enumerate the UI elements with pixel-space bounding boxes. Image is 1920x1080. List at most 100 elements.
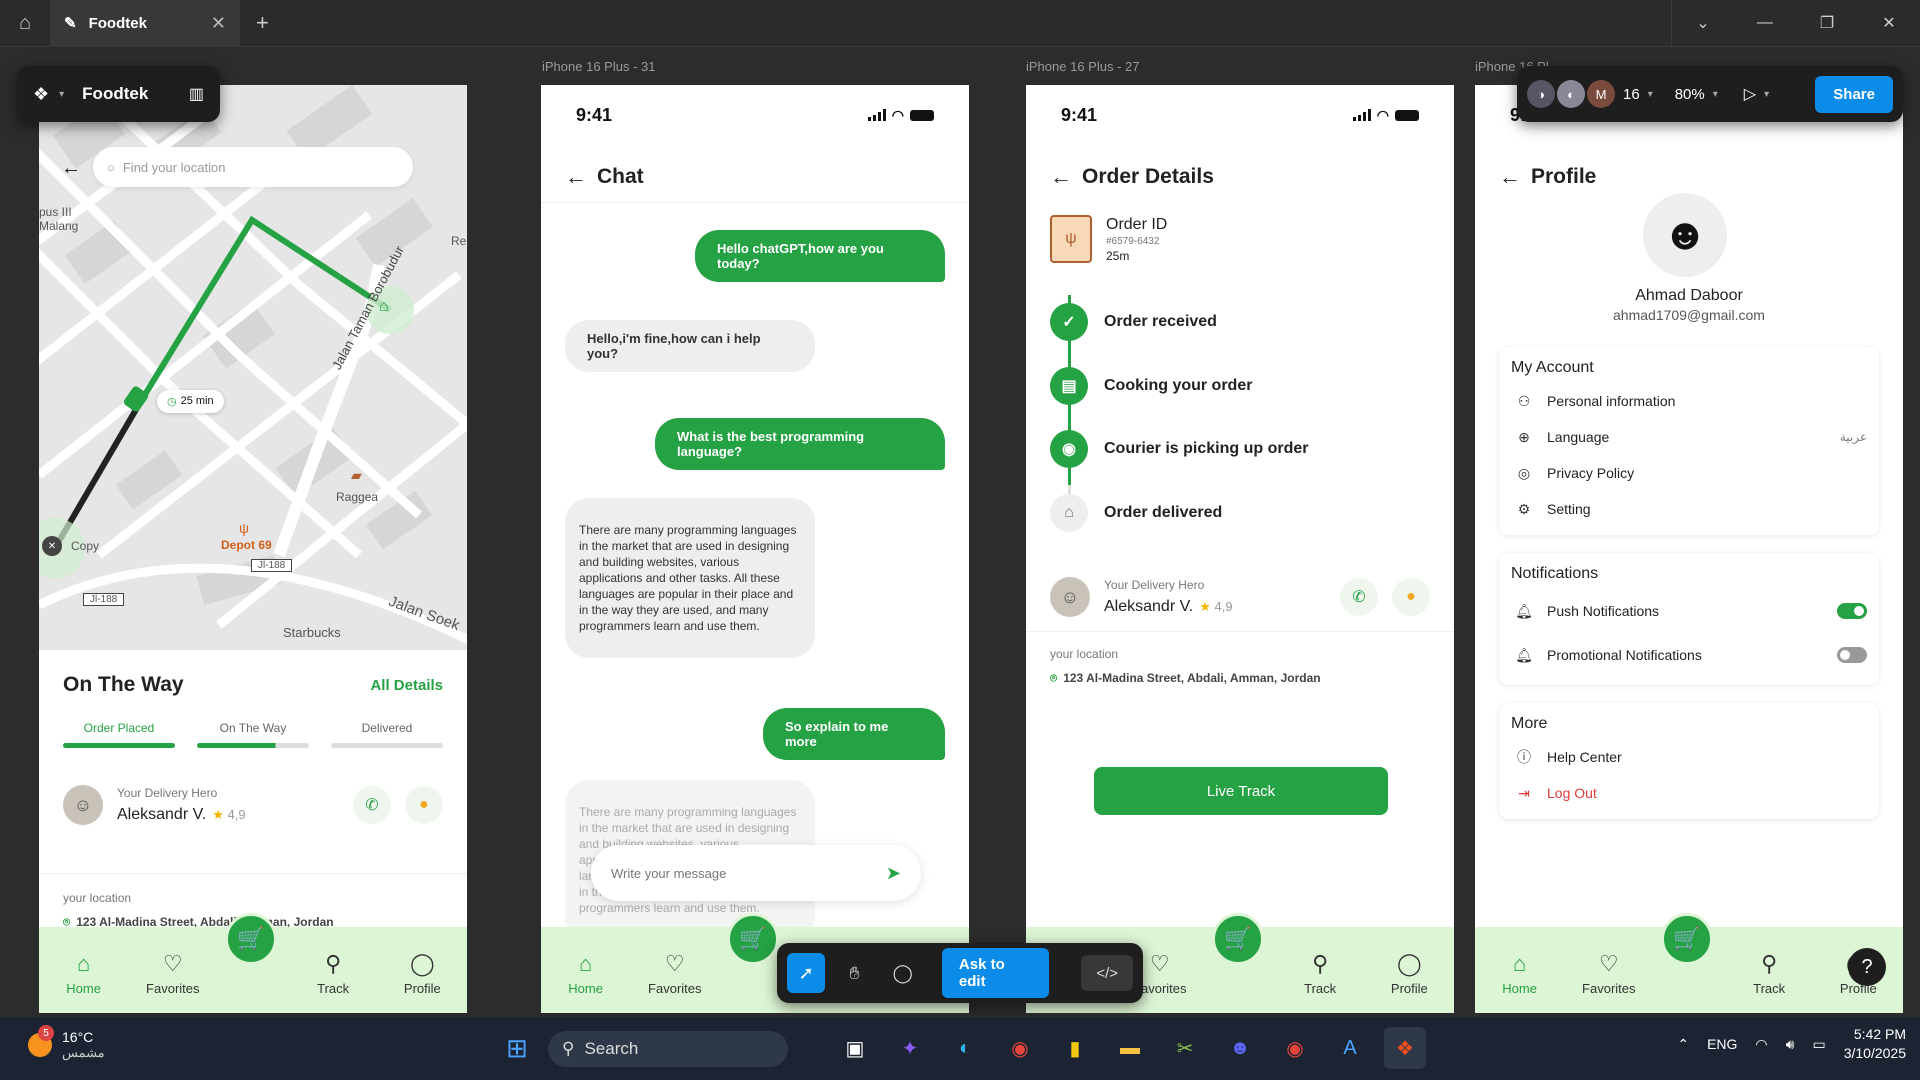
taskbar-search[interactable]: ⚲ Search (548, 1031, 788, 1067)
message-out[interactable]: Hello chatGPT,how are you today? (695, 230, 945, 282)
menu-personal-info[interactable]: ⚇ Personal information (1511, 383, 1867, 419)
chrome-icon[interactable]: ◉ (999, 1027, 1041, 1069)
nav-home[interactable]: ⌂ Home (49, 952, 119, 996)
nav-favorites[interactable]: ♡ Favorites (640, 952, 710, 996)
figma-app-icon[interactable]: ❖ (1384, 1027, 1426, 1069)
nav-favorites[interactable]: ♡ Favorites (1574, 952, 1644, 996)
restore-icon[interactable]: ❐ (1796, 13, 1858, 33)
menu-log-out[interactable]: ⇥ Log Out (1511, 775, 1867, 811)
profile-avatar[interactable]: ☻ (1643, 193, 1727, 277)
battery-icon[interactable]: ▭ (1812, 1036, 1825, 1053)
figma-menu-icon[interactable]: ❖ (33, 84, 49, 105)
avatar[interactable]: M (1587, 80, 1615, 108)
new-tab-icon[interactable]: + (256, 10, 269, 36)
nav-profile[interactable]: ◯ Profile (1374, 952, 1444, 996)
discord-icon[interactable]: ☻ (1219, 1027, 1261, 1069)
tab-foodtek[interactable]: ✎ Foodtek ✕ (50, 0, 240, 47)
menu-help-center[interactable]: ⓘ Help Center (1511, 739, 1867, 775)
search-input[interactable]: Find your location (123, 160, 226, 175)
chat-button[interactable]: ● (405, 786, 443, 824)
nav-home[interactable]: ⌂ Home (1485, 952, 1555, 996)
chevron-up-icon[interactable]: ⌃ (1677, 1036, 1689, 1053)
avatar[interactable]: ◐ (1557, 80, 1585, 108)
message-out[interactable]: What is the best programming language? (655, 418, 945, 470)
app-store-icon[interactable]: A (1329, 1027, 1371, 1069)
cart-button[interactable]: 🛒 (1661, 913, 1713, 965)
menu-language[interactable]: ⊕ Language عربية (1511, 419, 1867, 455)
powerbi-icon[interactable]: ▮ (1054, 1027, 1096, 1069)
call-button[interactable]: ✆ (353, 786, 391, 824)
live-track-button[interactable]: Live Track (1094, 767, 1388, 815)
present-icon[interactable]: ▷ (1744, 84, 1756, 104)
ask-to-edit-button[interactable]: Ask to edit (941, 948, 1050, 998)
all-details-link[interactable]: All Details (370, 677, 443, 694)
task-view-icon[interactable]: ▣ (834, 1027, 876, 1069)
nav-track[interactable]: ⚲ Track (298, 952, 368, 996)
promo-toggle[interactable] (1837, 647, 1867, 663)
edge-icon[interactable]: ◐ (944, 1027, 986, 1069)
nav-track[interactable]: ⚲ Track (1734, 952, 1804, 996)
close-window-icon[interactable]: ✕ (1858, 13, 1920, 33)
language-indicator[interactable]: ENG (1707, 1036, 1737, 1052)
figma-canvas[interactable]: iPhone 16 Plus - 31 iPhone 16 Plus - 27 … (0, 47, 1920, 1017)
menu-label: Privacy Policy (1547, 465, 1635, 481)
message-out[interactable]: So explain to me more (763, 708, 945, 760)
chevron-down-icon[interactable]: ▾ (1648, 89, 1653, 100)
step-bar (197, 743, 309, 748)
volume-icon[interactable]: 🔊︎ (1786, 1036, 1795, 1053)
cart-button[interactable]: 🛒 (225, 913, 277, 965)
cart-button[interactable]: 🛒 (1212, 913, 1264, 965)
sidebar-toggle-icon[interactable]: ▥ (189, 84, 204, 104)
chat-button[interactable]: ● (1392, 578, 1430, 616)
nav-favorites[interactable]: ♡ Favorites (138, 952, 208, 996)
close-tab-icon[interactable]: ✕ (211, 13, 226, 34)
chrome-profile-icon[interactable]: ◉ (1274, 1027, 1316, 1069)
back-arrow-icon[interactable]: ← (61, 157, 81, 180)
share-button[interactable]: Share (1815, 75, 1893, 113)
nav-profile[interactable]: ◯ Profile (387, 952, 457, 996)
hand-tool-icon[interactable]: ✋︎ (835, 953, 873, 993)
collaborator-count[interactable]: 16 (1623, 86, 1640, 103)
home-icon[interactable]: ⌂ (0, 0, 50, 47)
back-arrow-icon[interactable]: ← (565, 164, 587, 190)
chevron-down-icon[interactable]: ▾ (1764, 89, 1769, 100)
chevron-down-icon[interactable]: ⌄ (1672, 13, 1734, 33)
weather-widget[interactable]: 5 16°C مشمس (28, 1025, 105, 1061)
wifi-icon[interactable]: ◠ (1755, 1036, 1767, 1053)
snipping-tool-icon[interactable]: ✂ (1164, 1027, 1206, 1069)
map-view[interactable]: ○ Find your location ← pus III Malang Re… (39, 85, 467, 650)
chevron-down-icon[interactable]: ▾ (1713, 89, 1718, 100)
zoom-level[interactable]: 80% (1675, 86, 1705, 103)
user-edit-icon: ⚇ (1517, 392, 1531, 409)
help-button[interactable]: ? (1848, 948, 1886, 986)
push-toggle[interactable] (1837, 603, 1867, 619)
page-title: Profile (1531, 165, 1597, 188)
avatar[interactable]: ◑ (1527, 80, 1555, 108)
copilot-icon[interactable]: ✦ (889, 1027, 931, 1069)
menu-setting[interactable]: ⚙ Setting (1511, 491, 1867, 527)
frame-label[interactable]: iPhone 16 Plus - 27 (1026, 59, 1139, 74)
minimize-icon[interactable]: — (1734, 14, 1796, 32)
back-arrow-icon[interactable]: ← (1050, 164, 1072, 190)
file-explorer-icon[interactable]: ▬ (1109, 1027, 1151, 1069)
move-tool-icon[interactable]: ➚ (787, 953, 826, 993)
clock[interactable]: 5:42 PM 3/10/2025 (1844, 1025, 1906, 1063)
file-name[interactable]: Foodtek (82, 84, 148, 104)
back-arrow-icon[interactable]: ← (1499, 164, 1521, 190)
message-in[interactable]: There are many programming languages in … (565, 498, 815, 658)
comment-tool-icon[interactable]: ◯ (884, 953, 922, 993)
frame-label[interactable]: iPhone 16 Plus - 31 (542, 59, 655, 74)
road-badge: Jl-188 (83, 593, 125, 606)
message-input[interactable]: Write your message (611, 866, 726, 881)
nav-track[interactable]: ⚲ Track (1285, 952, 1355, 996)
dev-mode-icon[interactable]: </> (1081, 955, 1134, 991)
send-icon[interactable]: ➤ (886, 863, 901, 884)
chevron-down-icon[interactable]: ▾ (59, 89, 64, 100)
windows-start-icon[interactable]: ⊞ (496, 1027, 538, 1069)
message-in[interactable]: Hello,i'm fine,how can i help you? (565, 320, 815, 372)
location-search[interactable]: ○ Find your location (93, 147, 413, 187)
call-button[interactable]: ✆ (1340, 578, 1378, 616)
menu-privacy[interactable]: ◎ Privacy Policy (1511, 455, 1867, 491)
nav-home[interactable]: ⌂ Home (551, 952, 621, 996)
cart-button[interactable]: 🛒 (727, 913, 779, 965)
